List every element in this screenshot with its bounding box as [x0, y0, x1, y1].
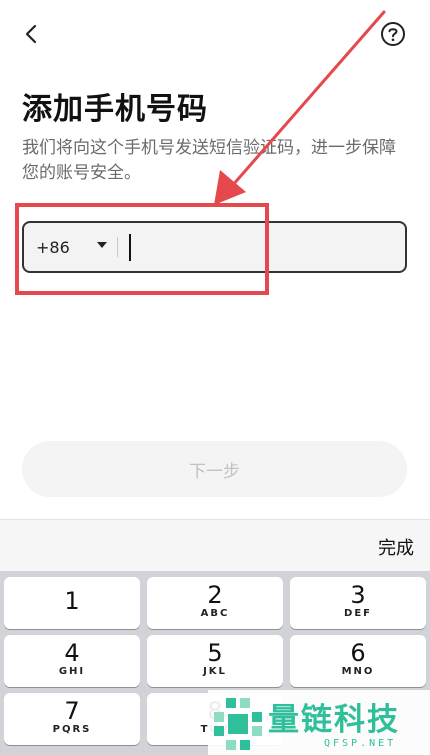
top-bar: [0, 0, 430, 70]
key-letters: JKL: [203, 666, 227, 677]
key-number: 4: [64, 639, 80, 667]
key-letters: DEF: [344, 608, 372, 619]
done-button[interactable]: 完成: [378, 534, 414, 560]
key-letters: ABC: [200, 608, 230, 619]
page-title: 添加手机号码: [22, 92, 208, 127]
key-6[interactable]: 6 MNO: [290, 635, 426, 687]
key-number: 3: [350, 581, 366, 609]
key-4[interactable]: 4 GHI: [4, 635, 140, 687]
keyboard-toolbar: 完成: [0, 519, 430, 571]
key-number: 2: [207, 581, 223, 609]
key-2[interactable]: 2 ABC: [147, 577, 283, 629]
next-step-button[interactable]: 下一步: [22, 441, 407, 497]
key-1[interactable]: 1: [4, 577, 140, 629]
key-7[interactable]: 7 PQRS: [4, 693, 140, 745]
key-number: 1: [64, 587, 80, 615]
key-3[interactable]: 3 DEF: [290, 577, 426, 629]
watermark-logo-icon: [214, 698, 262, 750]
annotation-highlight-box: [15, 203, 269, 295]
key-5[interactable]: 5 JKL: [147, 635, 283, 687]
key-number: 7: [64, 697, 80, 725]
watermark-text: 量链科技: [268, 702, 400, 738]
watermark-subtext: QFSP.NET: [324, 738, 397, 749]
key-letters: PQRS: [52, 724, 92, 735]
page-subtitle: 我们将向这个手机号发送短信验证码，进一步保障您的账号安全。: [22, 138, 396, 183]
chevron-left-icon: [25, 24, 37, 44]
key-letters: MNO: [341, 666, 375, 677]
watermark: 量链科技 QFSP.NET: [208, 690, 430, 755]
question-circle-icon: [381, 22, 405, 46]
back-button[interactable]: [18, 20, 46, 48]
key-number: 6: [350, 639, 366, 667]
key-number: 5: [207, 639, 223, 667]
key-letters: GHI: [58, 666, 86, 677]
help-button[interactable]: [380, 21, 406, 47]
